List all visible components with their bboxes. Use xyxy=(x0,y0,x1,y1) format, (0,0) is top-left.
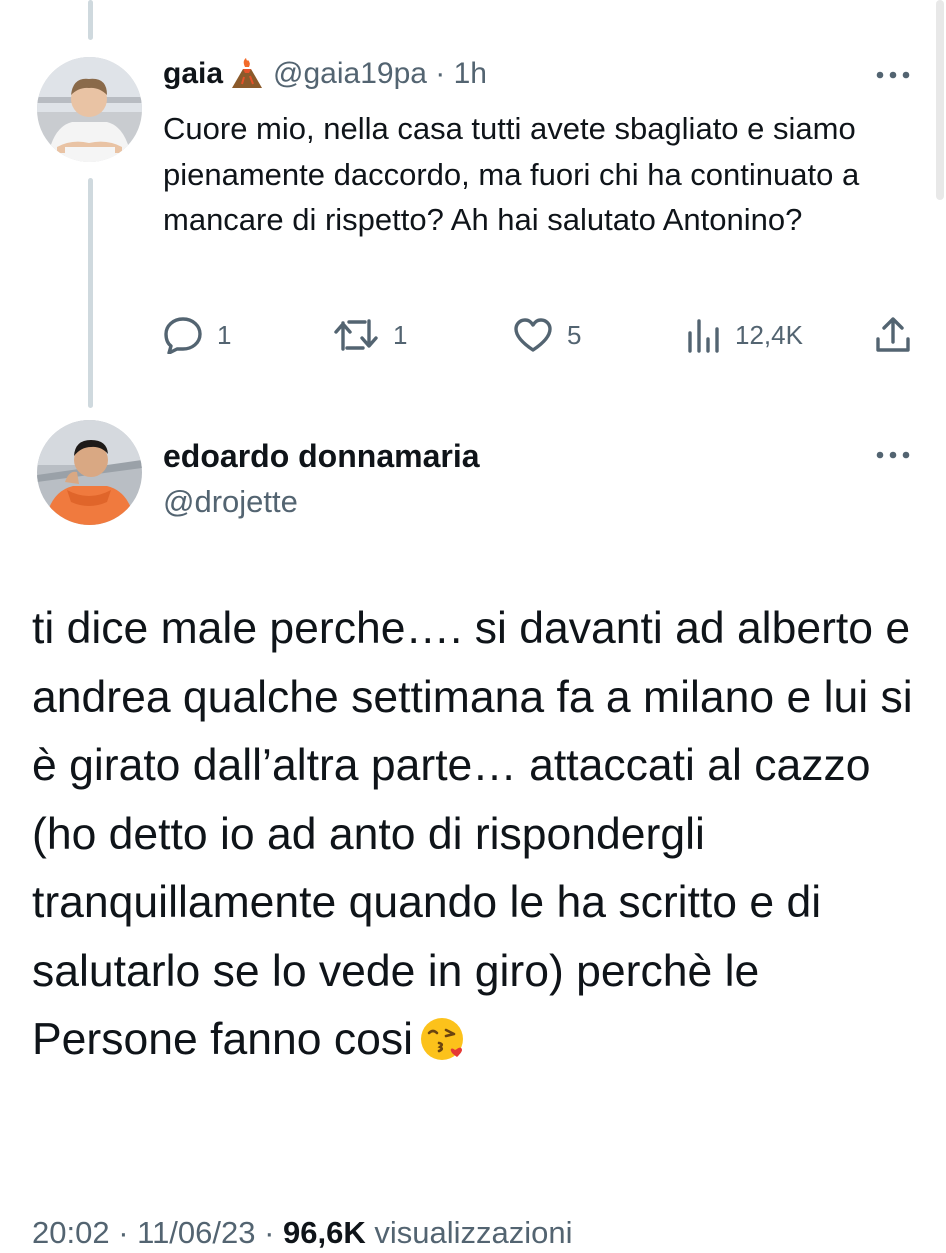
tweet-body: ti dice male perche…. si davanti ad albe… xyxy=(32,604,913,1064)
more-icon[interactable] xyxy=(873,448,913,462)
share-button[interactable] xyxy=(873,312,913,358)
tweet-header: gaia @gaia19pa · 1h xyxy=(163,56,487,98)
like-button[interactable]: 5 xyxy=(513,312,581,358)
views-icon xyxy=(687,317,721,353)
tweet-meta: 20:02 · 11/06/23 · 96,6K visualizzazioni xyxy=(32,1213,573,1253)
share-icon xyxy=(873,315,913,355)
views-count: 12,4K xyxy=(735,319,803,350)
volcano-emoji xyxy=(229,57,265,98)
thread-line xyxy=(88,178,93,408)
more-icon[interactable] xyxy=(873,68,913,82)
like-icon xyxy=(513,317,553,353)
author-name[interactable]: gaia xyxy=(163,57,223,90)
reply-button[interactable]: 1 xyxy=(163,312,231,358)
views-button[interactable]: 12,4K xyxy=(687,312,803,358)
avatar[interactable] xyxy=(37,420,142,525)
author-handle[interactable]: @drojette xyxy=(163,483,298,521)
reply-count: 1 xyxy=(217,319,232,350)
retweet-button[interactable]: 1 xyxy=(333,312,407,358)
tweet-text: ti dice male perche…. si davanti ad albe… xyxy=(32,595,922,1083)
kissing-face-emoji xyxy=(419,1014,465,1083)
tweet-text: Cuore mio, nella casa tutti avete sbagli… xyxy=(163,111,860,237)
views-label: visualizzazioni xyxy=(365,1215,573,1250)
tweet-actions: 1 1 5 12,4K xyxy=(163,312,923,358)
handle-time[interactable]: @gaia19pa · 1h xyxy=(273,57,487,90)
like-count: 5 xyxy=(567,319,582,350)
timestamp[interactable]: 20:02 · 11/06/23 · xyxy=(32,1215,283,1250)
scrollbar[interactable] xyxy=(936,0,944,200)
retweet-count: 1 xyxy=(393,319,408,350)
thread-line xyxy=(88,0,93,40)
avatar[interactable] xyxy=(37,57,142,162)
views-total: 96,6K xyxy=(283,1215,366,1250)
reply-icon xyxy=(163,316,203,354)
author-name[interactable]: edoardo donnamaria xyxy=(163,437,480,475)
retweet-icon xyxy=(333,317,379,353)
